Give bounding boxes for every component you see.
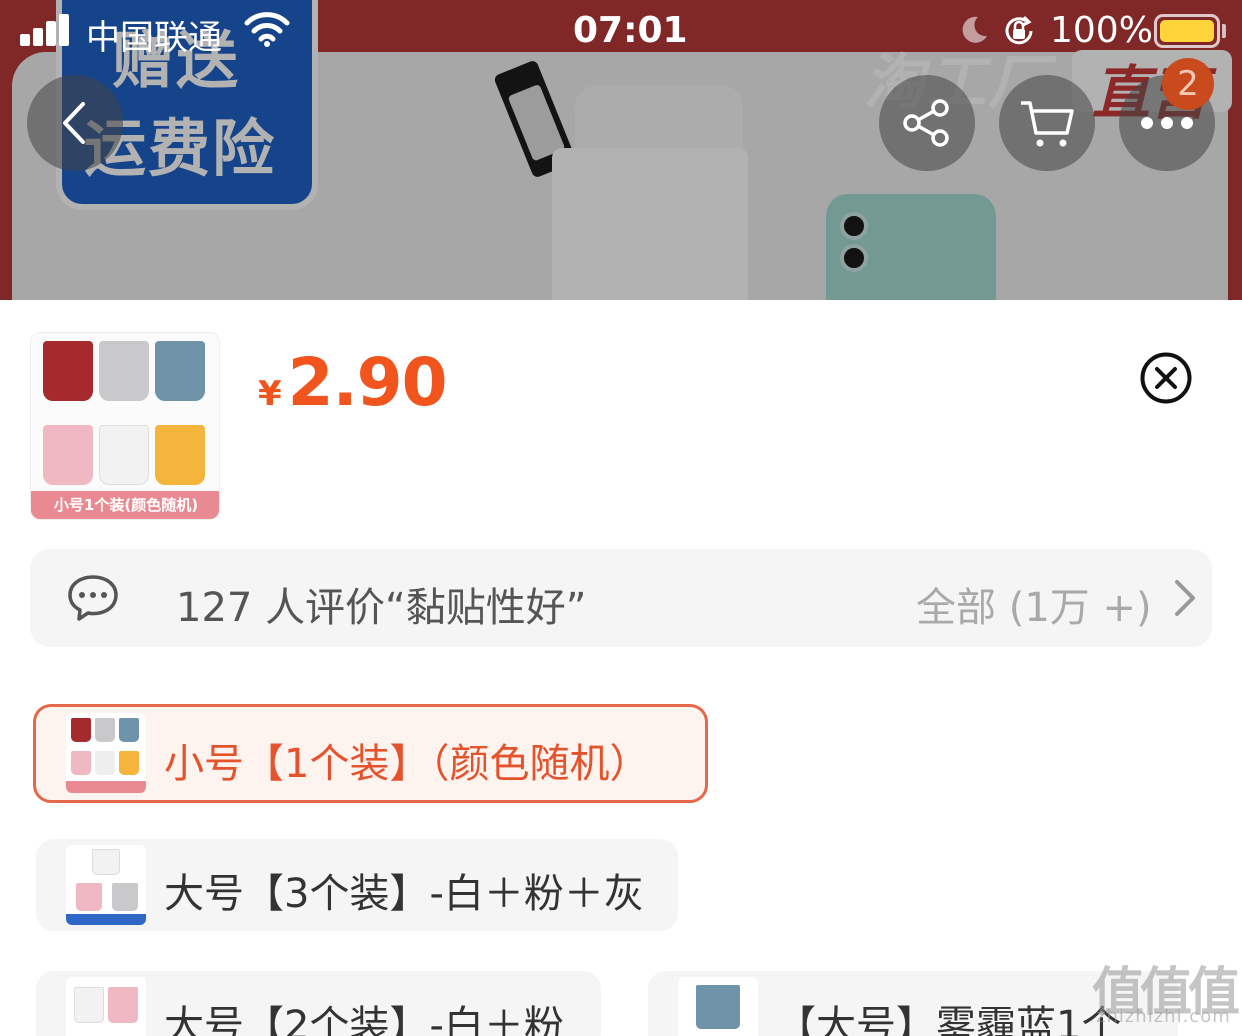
product-cup <box>43 341 93 401</box>
battery-percentage: 100% <box>1050 10 1153 51</box>
currency-symbol: ¥ <box>258 374 282 414</box>
selected-sku-thumbnail[interactable]: 小号1个装(颜色随机) <box>30 332 220 520</box>
status-bar: 中国联通 07:01 100% <box>0 0 1242 64</box>
mini-cup <box>95 751 115 775</box>
product-cup <box>99 425 149 485</box>
product-cup <box>155 425 205 485</box>
product-cup <box>155 341 205 401</box>
carrier-name: 中国联通 <box>86 18 222 58</box>
sku-sheet: 小号1个装(颜色随机) ¥ 2.90 127 人评价“黏贴性好” 全部 (1万 … <box>0 300 1242 1036</box>
sku-option-large-3pack[interactable]: 大号【3个装】-白＋粉＋灰 <box>36 839 678 931</box>
chat-bubble-icon <box>68 575 118 621</box>
sku-thumb-caption-bar <box>66 781 146 793</box>
status-time: 07:01 <box>573 10 688 51</box>
mini-cup <box>95 718 115 742</box>
mini-cup <box>696 985 740 1029</box>
sku-label: 大号【3个装】-白＋粉＋灰 <box>164 871 644 917</box>
sku-label: 【大号】雾霾蓝1个 <box>776 1003 1122 1036</box>
cart-button[interactable] <box>999 75 1095 171</box>
sku-label: 小号【1个装】（颜色随机） <box>164 741 650 787</box>
do-not-disturb-moon-icon <box>962 16 987 43</box>
review-summary-row[interactable]: 127 人评价“黏贴性好” 全部 (1万 +) <box>30 549 1212 647</box>
mini-cup <box>108 987 138 1023</box>
thumbnail-caption: 小号1个装(颜色随机) <box>31 491 219 519</box>
watermark-url: zhizhizhi.com <box>1096 1006 1231 1027</box>
rotation-lock-icon <box>1005 15 1033 45</box>
mini-cup <box>112 883 138 911</box>
sku-option-large-2pack[interactable]: 大号【2个装】-白＋粉 <box>36 971 601 1036</box>
notification-badge: 2 <box>1162 58 1214 110</box>
mini-cup <box>71 751 91 775</box>
sku-thumbnail <box>66 713 146 793</box>
price: ¥ 2.90 <box>258 344 448 421</box>
sku-label: 大号【2个装】-白＋粉 <box>164 1003 564 1036</box>
mini-cup <box>92 849 120 875</box>
back-icon <box>63 102 85 144</box>
close-icon[interactable] <box>1140 352 1192 404</box>
mini-cup <box>76 883 102 911</box>
product-cup <box>99 341 149 401</box>
share-icon <box>903 99 949 147</box>
cellular-signal-icon <box>20 12 72 46</box>
mini-cup <box>71 718 91 742</box>
sku-selection-screen: 赠送 运费险 淘工厂 直营 中国联通 07:01 <box>0 0 1242 1036</box>
sku-thumbnail <box>66 845 146 925</box>
all-reviews-link[interactable]: 全部 (1万 +) <box>916 575 1152 633</box>
sku-option-small-1pack[interactable]: 小号【1个装】（颜色随机） <box>33 704 708 803</box>
battery-icon <box>1154 14 1220 48</box>
review-summary-text: 127 人评价“黏贴性好” <box>176 585 587 631</box>
mini-cup <box>119 751 139 775</box>
chevron-right-icon <box>1175 580 1195 616</box>
cart-icon <box>1021 101 1074 147</box>
share-button[interactable] <box>879 75 975 171</box>
watermark: 值值值 zhizhizhi.com <box>1092 950 1240 1027</box>
product-cup <box>43 425 93 485</box>
mini-cup <box>119 718 139 742</box>
sku-thumbnail <box>66 977 146 1036</box>
back-button[interactable] <box>27 75 123 171</box>
sku-thumb-caption-bar <box>66 914 146 925</box>
wifi-icon <box>244 12 290 47</box>
price-value: 2.90 <box>287 344 448 421</box>
battery-tip <box>1222 24 1226 38</box>
sku-thumbnail <box>678 977 758 1036</box>
mini-cup <box>74 987 104 1023</box>
more-icon <box>1141 117 1193 129</box>
